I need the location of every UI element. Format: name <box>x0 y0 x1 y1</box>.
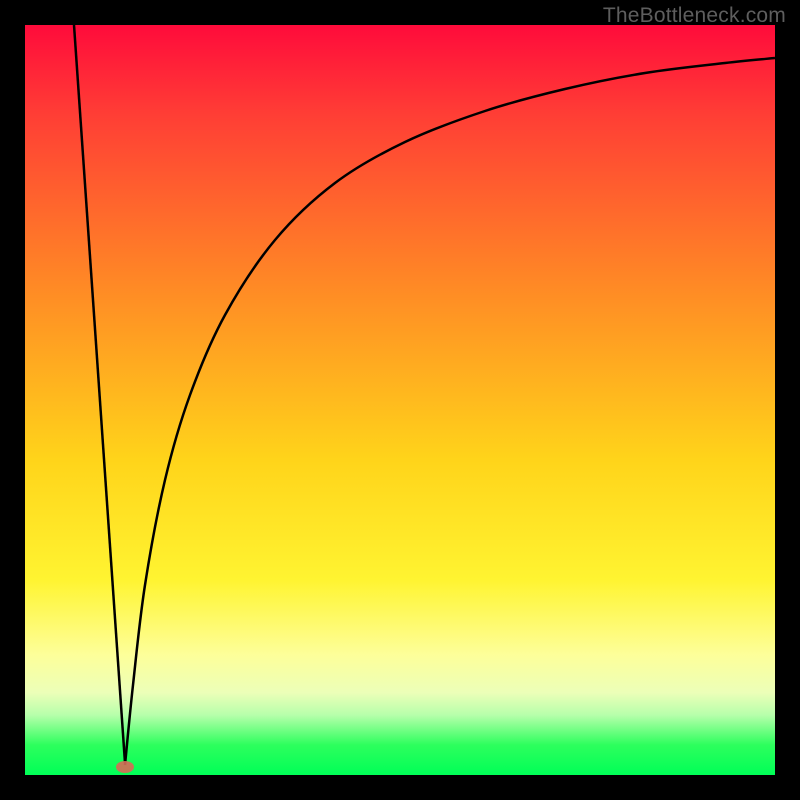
curve-layer <box>25 25 775 775</box>
attribution-text: TheBottleneck.com <box>603 4 786 28</box>
plot-area <box>25 25 775 775</box>
bottleneck-curve-right <box>125 58 775 765</box>
chart-frame: TheBottleneck.com <box>0 0 800 800</box>
bottleneck-curve-left <box>74 25 125 763</box>
cusp-marker <box>116 761 134 773</box>
